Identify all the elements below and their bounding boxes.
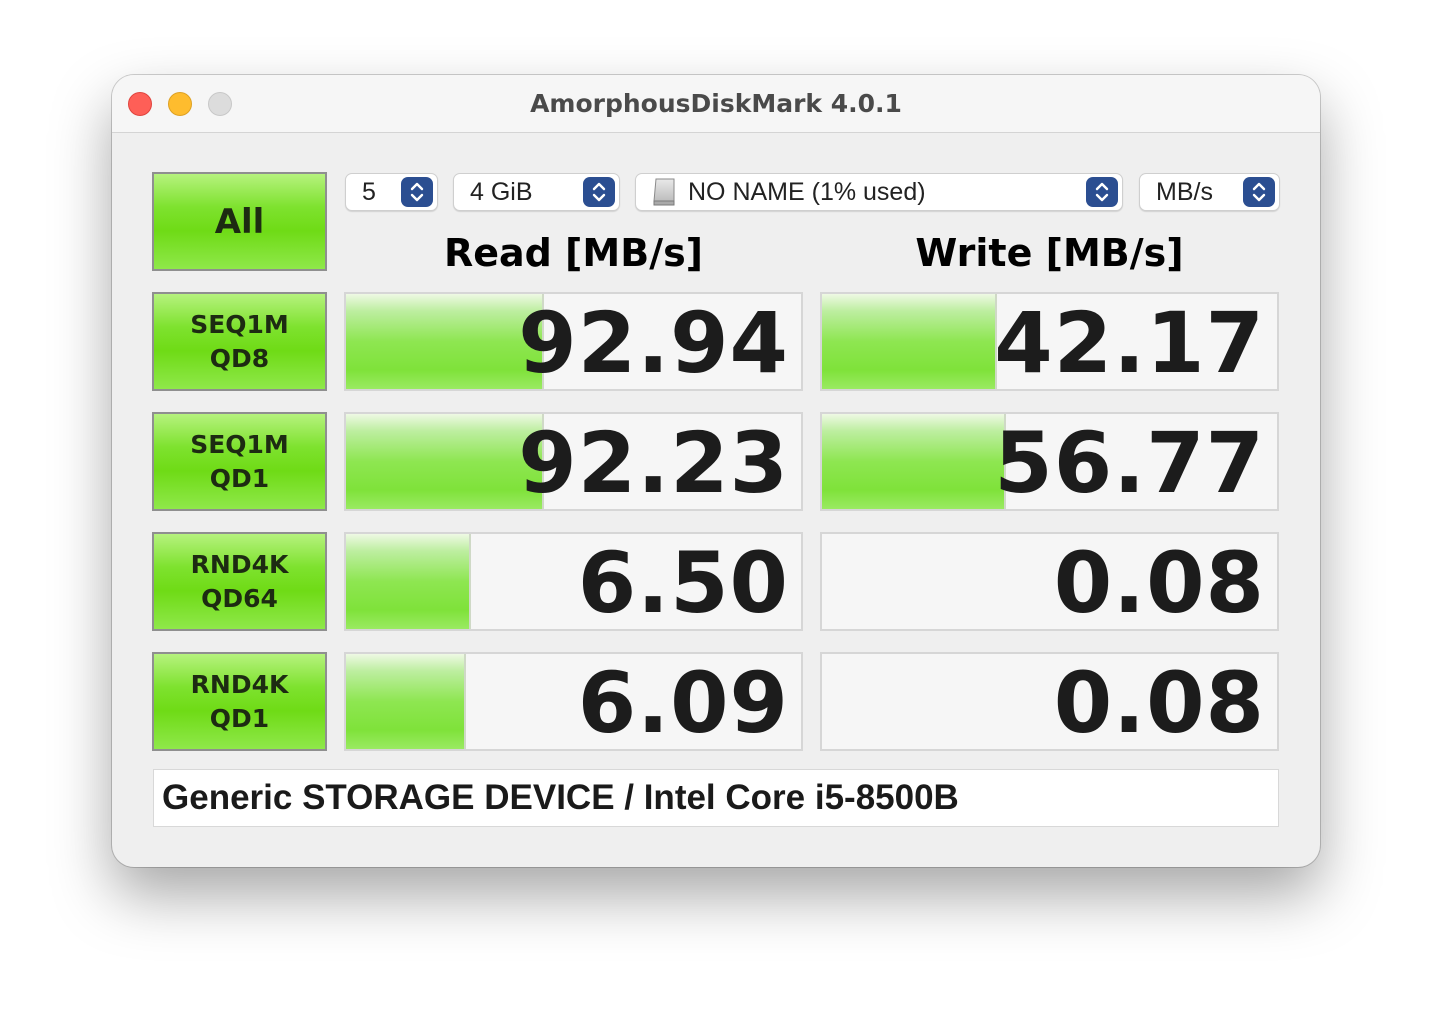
test-name-label: SEQ1M	[190, 309, 289, 339]
chevron-up-down-icon	[1086, 177, 1118, 207]
read-value: 92.23	[518, 414, 789, 511]
test-name-label: RND4K	[190, 669, 289, 699]
test-queue-label: QD1	[209, 703, 270, 733]
read-column-header: Read [MB/s]	[443, 231, 704, 275]
write-result-rnd4k-qd64: 0.08	[820, 532, 1279, 631]
chevron-up-down-icon	[1243, 177, 1275, 207]
unit-value: MB/s	[1156, 177, 1213, 206]
test-button-seq1m-qd8[interactable]: SEQ1M QD8	[152, 292, 327, 391]
read-result-seq1m-qd1: 92.23	[344, 412, 803, 511]
write-value: 56.77	[994, 414, 1265, 511]
write-value: 42.17	[994, 294, 1265, 391]
read-result-rnd4k-qd1: 6.09	[344, 652, 803, 751]
test-button-seq1m-qd1[interactable]: SEQ1M QD1	[152, 412, 327, 511]
write-result-rnd4k-qd1: 0.08	[820, 652, 1279, 751]
test-count-select[interactable]: 5	[345, 173, 438, 211]
write-column-header: Write [MB/s]	[915, 231, 1184, 275]
test-button-rnd4k-qd1[interactable]: RND4K QD1	[152, 652, 327, 751]
read-value: 6.09	[577, 654, 789, 751]
run-all-button[interactable]: All	[152, 172, 327, 271]
test-name-label: SEQ1M	[190, 429, 289, 459]
write-progress-bar	[822, 294, 997, 389]
read-value: 92.94	[518, 294, 789, 391]
drive-select[interactable]: NO NAME (1% used)	[635, 173, 1123, 211]
write-progress-bar	[822, 414, 1006, 509]
write-result-seq1m-qd8: 42.17	[820, 292, 1279, 391]
test-queue-label: QD64	[201, 583, 278, 613]
test-name-label: RND4K	[190, 549, 289, 579]
test-size-select[interactable]: 4 GiB	[453, 173, 620, 211]
write-value: 0.08	[1053, 654, 1265, 751]
drive-value: NO NAME (1% used)	[688, 177, 926, 206]
app-window: AmorphousDiskMark 4.0.1 All 5 4 GiB NO N…	[112, 75, 1320, 867]
run-all-label: All	[214, 201, 265, 242]
read-progress-bar	[346, 654, 467, 749]
disk-drive-icon	[653, 178, 675, 206]
title-bar: AmorphousDiskMark 4.0.1	[112, 75, 1320, 133]
read-value: 6.50	[577, 534, 789, 631]
device-info-field[interactable]: Generic STORAGE DEVICE / Intel Core i5-8…	[153, 769, 1279, 827]
chevron-up-down-icon	[401, 177, 433, 207]
read-progress-bar	[346, 294, 544, 389]
window-title: AmorphousDiskMark 4.0.1	[530, 89, 902, 118]
test-queue-label: QD1	[209, 463, 270, 493]
test-count-value: 5	[362, 177, 376, 206]
test-button-rnd4k-qd64[interactable]: RND4K QD64	[152, 532, 327, 631]
read-result-rnd4k-qd64: 6.50	[344, 532, 803, 631]
chevron-up-down-icon	[583, 177, 615, 207]
write-result-seq1m-qd1: 56.77	[820, 412, 1279, 511]
read-result-seq1m-qd8: 92.94	[344, 292, 803, 391]
test-size-value: 4 GiB	[470, 177, 533, 206]
write-value: 0.08	[1053, 534, 1265, 631]
read-progress-bar	[346, 414, 544, 509]
read-progress-bar	[346, 534, 471, 629]
test-queue-label: QD8	[209, 343, 270, 373]
unit-select[interactable]: MB/s	[1139, 173, 1280, 211]
